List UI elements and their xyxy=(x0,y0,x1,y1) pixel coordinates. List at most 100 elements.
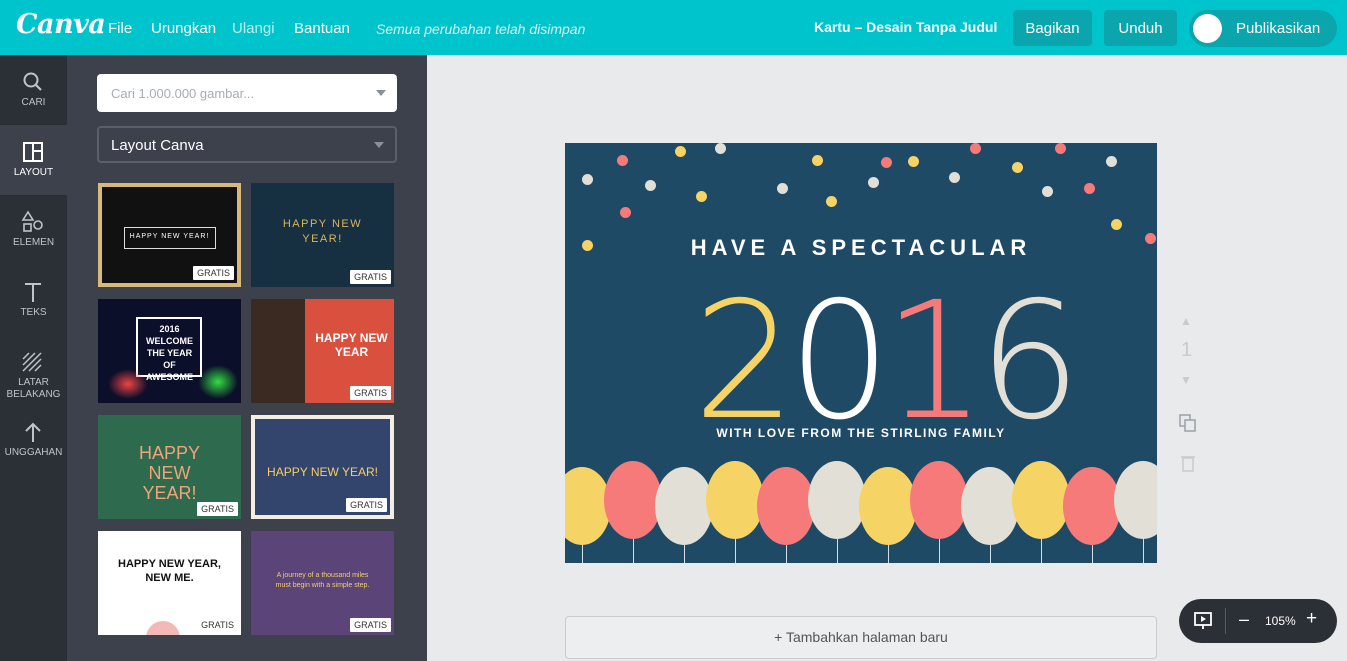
free-badge: GRATIS xyxy=(350,270,391,284)
balloon-string xyxy=(939,539,940,563)
shapes-icon xyxy=(21,210,43,232)
confetti-dot xyxy=(645,180,656,191)
balloon-string xyxy=(786,545,787,563)
confetti-dot xyxy=(617,155,628,166)
balloon xyxy=(757,467,815,545)
menu-help[interactable]: Bantuan xyxy=(294,20,350,37)
confetti-dot xyxy=(715,143,726,154)
design-canvas[interactable]: HAVE A SPECTACULAR 2016 WITH LOVE FROM T… xyxy=(565,143,1157,563)
balloon-string xyxy=(1092,545,1093,563)
template-thumbnail[interactable]: HAPPY NEW YEAR! GRATIS xyxy=(98,183,241,287)
template-thumbnail[interactable]: HAPPY NEW YEAR, NEW ME. GRATIS xyxy=(98,531,241,635)
present-icon[interactable] xyxy=(1193,611,1213,631)
template-text: HAPPY NEW YEAR xyxy=(315,331,388,359)
free-badge: GRATIS xyxy=(197,618,238,632)
free-badge: GRATIS xyxy=(193,266,234,280)
confetti-dot xyxy=(970,143,981,154)
zoom-out-button[interactable]: – xyxy=(1239,609,1249,630)
balloon-string xyxy=(633,539,634,563)
rail-item-text[interactable]: TEKS xyxy=(0,265,67,335)
balloon xyxy=(1114,461,1157,539)
share-button[interactable]: Bagikan xyxy=(1013,10,1092,46)
zoom-controls: – 105% + xyxy=(1179,599,1337,643)
confetti-dot xyxy=(1012,162,1023,173)
upload-icon xyxy=(25,422,41,442)
balloon xyxy=(1012,461,1070,539)
design-subline[interactable]: WITH LOVE FROM THE STIRLING FAMILY xyxy=(565,426,1157,440)
balloon-string xyxy=(990,545,991,563)
rail-item-background[interactable]: LATAR BELAKANG xyxy=(0,335,67,415)
page-up-icon[interactable]: ▲ xyxy=(1180,314,1192,328)
design-year[interactable]: 2016 xyxy=(693,281,1081,443)
zoom-in-button[interactable]: + xyxy=(1306,608,1317,630)
free-badge: GRATIS xyxy=(350,386,391,400)
confetti-dot xyxy=(1106,156,1117,167)
top-bar: Canva File Urungkan Ulangi Bantuan Semua… xyxy=(0,0,1347,55)
confetti-dot xyxy=(949,172,960,183)
menu-redo[interactable]: Ulangi xyxy=(232,20,275,37)
menu-undo[interactable]: Urungkan xyxy=(151,20,216,37)
rail-item-elements[interactable]: ELEMEN xyxy=(0,195,67,265)
menu-file[interactable]: File xyxy=(108,20,132,37)
confetti-dot xyxy=(1042,186,1053,197)
rail-item-uploads[interactable]: UNGGAHAN xyxy=(0,405,67,475)
rail-label: UNGGAHAN xyxy=(4,447,63,458)
rail-label: CARI xyxy=(21,97,46,108)
rail-item-search[interactable]: CARI xyxy=(0,55,67,125)
confetti-dot xyxy=(620,207,631,218)
search-icon xyxy=(23,72,42,91)
document-title[interactable]: Kartu – Desain Tanpa Judul xyxy=(814,19,997,35)
balloon-string xyxy=(684,545,685,563)
add-page-button[interactable]: + Tambahkan halaman baru xyxy=(565,616,1157,659)
balloon-string xyxy=(1143,539,1144,563)
template-text: HAPPY NEW YEAR! xyxy=(138,443,201,503)
confetti-dot xyxy=(696,191,707,202)
text-icon xyxy=(25,283,41,302)
confetti-dot xyxy=(1084,183,1095,194)
balloon xyxy=(859,467,917,545)
free-badge: GRATIS xyxy=(346,498,387,512)
confetti-dot xyxy=(777,183,788,194)
free-badge: GRATIS xyxy=(197,502,238,516)
balloon-string xyxy=(582,545,583,563)
rail-label: TEKS xyxy=(20,307,47,318)
layouts-panel: Cari 1.000.000 gambar... Layout Canva HA… xyxy=(67,55,427,661)
chevron-down-icon[interactable] xyxy=(376,90,386,96)
publish-toggle[interactable]: Publikasikan xyxy=(1189,10,1337,47)
layout-select[interactable]: Layout Canva xyxy=(97,126,397,163)
design-headline[interactable]: HAVE A SPECTACULAR xyxy=(565,235,1157,261)
delete-page-icon[interactable] xyxy=(1180,454,1196,472)
copy-page-icon[interactable] xyxy=(1178,413,1198,433)
rail-item-layout[interactable]: LAYOUT xyxy=(0,125,67,195)
template-thumbnail[interactable]: A journey of a thousand miles must begin… xyxy=(251,531,394,635)
template-text: HAPPY NEW YEAR! xyxy=(282,218,363,245)
page-down-icon[interactable]: ▼ xyxy=(1180,373,1192,387)
template-thumbnail[interactable]: HAPPY NEW YEAR! GRATIS xyxy=(251,183,394,287)
template-thumbnail[interactable]: HAPPY NEW YEAR GRATIS xyxy=(251,299,394,403)
balloon-string xyxy=(735,539,736,563)
confetti-dot xyxy=(826,196,837,207)
balloon xyxy=(961,467,1019,545)
confetti-dot xyxy=(675,146,686,157)
rail-label: LAYOUT xyxy=(13,167,54,178)
template-thumbnail[interactable]: HAPPY NEW YEAR! GRATIS xyxy=(98,415,241,519)
layout-icon xyxy=(23,142,43,162)
balloon xyxy=(808,461,866,539)
free-badge: GRATIS xyxy=(350,618,391,632)
balloon xyxy=(604,461,662,539)
sidebar-rail: CARI LAYOUT ELEMEN TEKS LATAR BELAKANG U… xyxy=(0,55,67,661)
zoom-level[interactable]: 105% xyxy=(1265,614,1296,628)
template-thumbnail[interactable]: HAPPY NEW YEAR! GRATIS xyxy=(251,415,394,519)
rail-label: ELEMEN xyxy=(12,237,55,248)
chevron-down-icon xyxy=(374,142,384,148)
balloon-string xyxy=(888,545,889,563)
toggle-knob xyxy=(1193,14,1222,43)
canva-logo[interactable]: Canva xyxy=(16,9,106,40)
download-button[interactable]: Unduh xyxy=(1104,10,1177,46)
rail-label: LATAR BELAKANG xyxy=(6,377,61,400)
layout-select-value: Layout Canva xyxy=(111,137,204,154)
template-thumbnail[interactable]: 2016 WELCOME THE YEAR OF AWESOME xyxy=(98,299,241,403)
confetti-dot xyxy=(868,177,879,188)
confetti-dot xyxy=(812,155,823,166)
search-input[interactable]: Cari 1.000.000 gambar... xyxy=(97,74,397,112)
